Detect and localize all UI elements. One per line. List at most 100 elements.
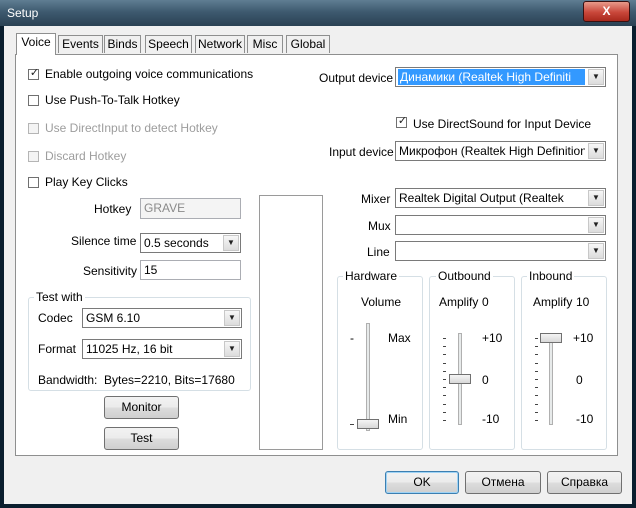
slider-tick xyxy=(535,363,538,364)
silence-time-label: Silence time xyxy=(71,234,137,248)
directsound-checkbox[interactable]: ✓ xyxy=(396,115,408,128)
mixer-label: Mixer xyxy=(361,192,391,206)
slider-tick xyxy=(443,379,446,380)
discard-hotkey-label: Discard Hotkey xyxy=(45,149,127,163)
chevron-down-icon[interactable]: ▼ xyxy=(224,310,240,326)
volume-slider-thumb[interactable] xyxy=(357,419,379,429)
outbound-slider-thumb[interactable] xyxy=(449,374,471,384)
inbound-slider-thumb[interactable] xyxy=(540,333,562,343)
tab-misc[interactable]: Misc xyxy=(247,35,283,53)
slider-tick xyxy=(535,346,538,347)
volume-max-label: Max xyxy=(388,331,411,345)
hotkey-field: GRAVE xyxy=(140,198,241,219)
slider-tick xyxy=(443,420,446,421)
checkmark-icon: ✓ xyxy=(29,67,40,79)
slider-tick xyxy=(443,412,446,413)
slider-tick xyxy=(443,338,446,339)
inbound-amplify-value: 10 xyxy=(576,295,590,309)
input-device-select[interactable]: Микрофон (Realtek High Definition Aud ▼ xyxy=(395,141,606,161)
sensitivity-label: Sensitivity xyxy=(83,264,138,278)
slider-tick xyxy=(535,387,538,388)
tab-voice[interactable]: Voice xyxy=(16,33,56,55)
tab-events[interactable]: Events xyxy=(58,35,103,53)
play-key-clicks-label: Play Key Clicks xyxy=(45,175,128,189)
outbound-title: Outbound xyxy=(436,269,493,283)
silence-time-select[interactable]: 0.5 seconds ▼ xyxy=(140,233,241,253)
outbound-tick-0: 0 xyxy=(482,373,489,387)
play-key-clicks-checkbox[interactable] xyxy=(28,177,39,188)
mixer-select[interactable]: Realtek Digital Output (Realtek ▼ xyxy=(395,188,606,208)
slider-tick xyxy=(443,363,446,364)
inbound-title: Inbound xyxy=(527,269,575,283)
chevron-down-icon[interactable]: ▼ xyxy=(588,190,604,206)
inbound-tick-plus10: +10 xyxy=(573,331,594,345)
hotkey-label: Hotkey xyxy=(94,202,132,216)
tab-network[interactable]: Network xyxy=(195,35,245,53)
discard-hotkey-checkbox xyxy=(28,151,39,162)
chevron-down-icon[interactable]: ▼ xyxy=(588,217,604,233)
slider-tick xyxy=(535,379,538,380)
codec-label: Codec xyxy=(38,311,73,325)
mux-label: Mux xyxy=(368,219,391,233)
output-device-select[interactable]: Динамики (Realtek High Definiti ▼ xyxy=(395,67,606,87)
help-button[interactable]: Справка xyxy=(547,471,622,494)
format-label: Format xyxy=(38,342,77,356)
close-button[interactable]: X xyxy=(583,1,630,22)
mux-select[interactable]: ▼ xyxy=(395,215,606,235)
monitor-button[interactable]: Monitor xyxy=(104,396,179,419)
inbound-tick-minus10: -10 xyxy=(576,412,594,426)
slider-tick xyxy=(535,338,538,339)
chevron-down-icon[interactable]: ▼ xyxy=(588,69,604,85)
output-device-label: Output device xyxy=(319,71,394,85)
test-with-title: Test with xyxy=(34,290,85,304)
inbound-tick-0: 0 xyxy=(576,373,583,387)
sensitivity-field[interactable]: 15 xyxy=(140,260,241,280)
push-to-talk-checkbox[interactable] xyxy=(28,95,39,106)
codec-select[interactable]: GSM 6.10 ▼ xyxy=(82,308,242,328)
volume-min-label: Min xyxy=(388,412,408,426)
enable-voice-label: Enable outgoing voice communications xyxy=(45,67,254,81)
volume-tick xyxy=(350,424,354,425)
slider-tick xyxy=(443,395,446,396)
directinput-label: Use DirectInput to detect Hotkey xyxy=(45,121,218,135)
chevron-down-icon[interactable]: ▼ xyxy=(588,143,604,159)
bandwidth-value: Bytes=2210, Bits=17680 xyxy=(104,373,235,387)
tab-binds[interactable]: Binds xyxy=(104,35,141,53)
mixer-value: Realtek Digital Output (Realtek xyxy=(399,191,564,205)
slider-tick xyxy=(535,420,538,421)
hardware-title: Hardware xyxy=(343,269,400,283)
title-bar[interactable] xyxy=(0,0,636,26)
inbound-amplify-label: Amplify xyxy=(533,295,573,309)
line-label: Line xyxy=(367,245,390,259)
inbound-slider-track[interactable] xyxy=(549,333,553,425)
line-select[interactable]: ▼ xyxy=(395,241,606,261)
enable-voice-checkbox[interactable]: ✓ xyxy=(28,67,40,80)
level-meter xyxy=(259,195,323,450)
codec-value: GSM 6.10 xyxy=(86,311,141,325)
format-value: 11025 Hz, 16 bit xyxy=(86,342,173,356)
slider-tick xyxy=(535,354,538,355)
tab-speech[interactable]: Speech xyxy=(145,35,192,53)
slider-tick xyxy=(535,371,538,372)
checkmark-icon: ✓ xyxy=(397,115,408,127)
ok-button[interactable]: OK xyxy=(385,471,459,494)
output-device-value: Динамики (Realtek High Definiti xyxy=(398,69,585,85)
tab-global[interactable]: Global xyxy=(286,35,330,53)
slider-tick xyxy=(443,354,446,355)
test-button[interactable]: Test xyxy=(104,427,179,450)
volume-slider-track[interactable] xyxy=(366,323,370,431)
cancel-button[interactable]: Отмена xyxy=(465,471,541,494)
slider-tick xyxy=(535,404,538,405)
format-select[interactable]: 11025 Hz, 16 bit ▼ xyxy=(82,339,242,359)
slider-tick xyxy=(535,395,538,396)
push-to-talk-label: Use Push-To-Talk Hotkey xyxy=(45,93,180,107)
window-title: Setup xyxy=(7,6,39,20)
silence-time-value: 0.5 seconds xyxy=(144,236,209,250)
chevron-down-icon[interactable]: ▼ xyxy=(223,235,239,251)
input-device-label: Input device xyxy=(329,145,394,159)
chevron-down-icon[interactable]: ▼ xyxy=(224,341,240,357)
outbound-amplify-value: 0 xyxy=(482,295,489,309)
slider-tick xyxy=(443,387,446,388)
directinput-checkbox xyxy=(28,123,39,134)
chevron-down-icon[interactable]: ▼ xyxy=(588,243,604,259)
